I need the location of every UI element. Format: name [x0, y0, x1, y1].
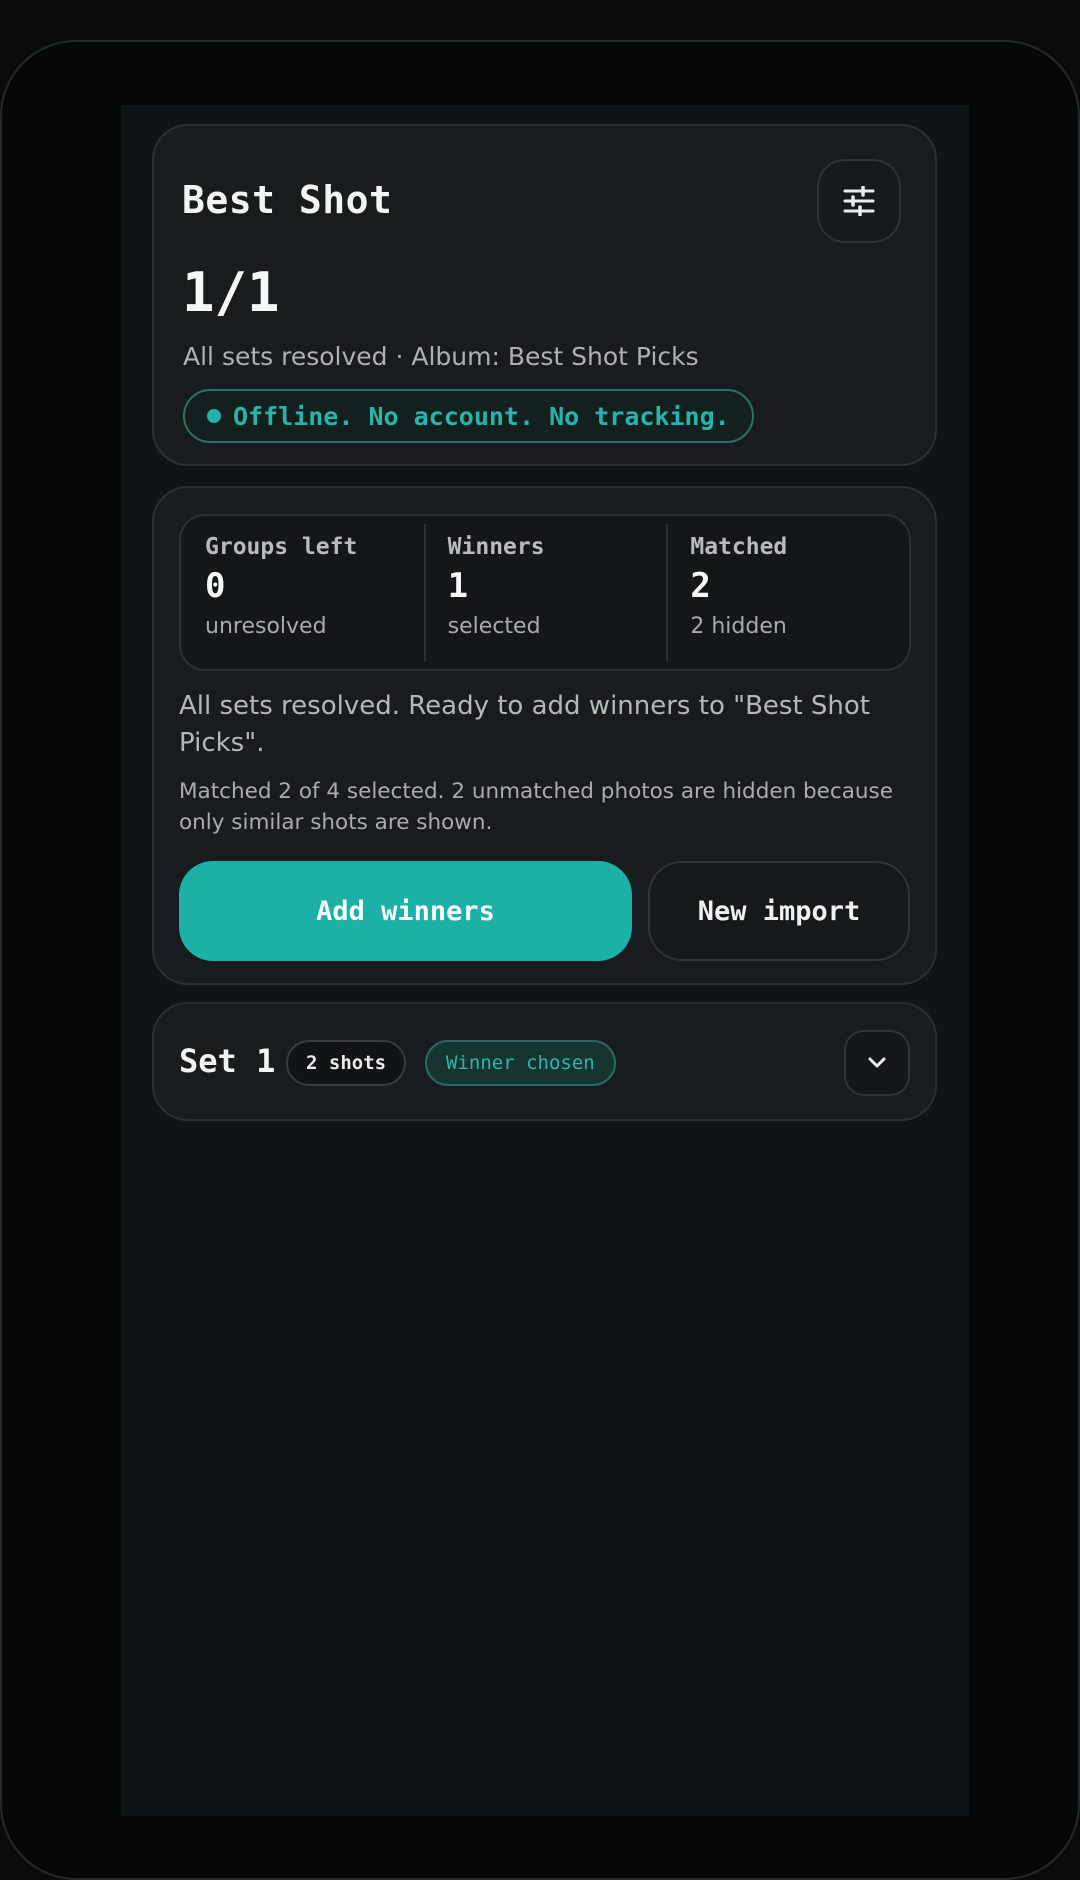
sliders-icon	[843, 186, 875, 216]
stat-groups-left: Groups left 0 unresolved	[181, 516, 424, 669]
stat-label: Matched	[690, 534, 788, 560]
app-screen: Best Shot 1/1 All sets resolved · Album:…	[121, 105, 969, 1816]
status-dot-icon	[207, 409, 221, 423]
matched-message: Matched 2 of 4 selected. 2 unmatched pho…	[179, 779, 893, 835]
set-title: Set 1	[179, 1042, 276, 1080]
stat-label: Groups left	[205, 534, 358, 560]
stat-value: 2	[690, 566, 711, 606]
stat-matched: Matched 2 2 hidden	[666, 516, 909, 669]
chevron-down-icon	[868, 1057, 886, 1068]
stat-value: 0	[205, 566, 226, 606]
device-frame: Best Shot 1/1 All sets resolved · Album:…	[0, 40, 1080, 1880]
resolution-summary: All sets resolved · Album: Best Shot Pic…	[183, 342, 699, 371]
ready-message: All sets resolved. Ready to add winners …	[179, 691, 870, 758]
winner-status-badge: Winner chosen	[425, 1040, 616, 1086]
new-import-button[interactable]: New import	[648, 861, 910, 961]
header-card: Best Shot 1/1 All sets resolved · Album:…	[152, 124, 937, 466]
stat-sublabel: unresolved	[205, 614, 327, 639]
app-title: Best Shot	[182, 178, 393, 222]
stat-sublabel: 2 hidden	[690, 614, 787, 639]
stat-value: 1	[447, 566, 469, 606]
privacy-badge-label: Offline. No account. No tracking.	[233, 401, 730, 431]
stats-panel: Groups left 0 unresolved Winners 1 selec…	[179, 514, 911, 671]
stat-winners: Winners 1 selected	[423, 516, 667, 669]
progress-counter: 1/1	[182, 261, 280, 324]
shots-count-badge: 2 shots	[286, 1040, 407, 1086]
stat-sublabel: selected	[447, 614, 541, 639]
summary-card: Groups left 0 unresolved Winners 1 selec…	[152, 486, 937, 985]
add-winners-button[interactable]: Add winners	[179, 861, 632, 961]
stat-label: Winners	[447, 534, 545, 560]
set-card[interactable]: Set 1 2 shots Winner chosen	[152, 1002, 937, 1121]
expand-set-button[interactable]	[844, 1030, 910, 1096]
privacy-badge: Offline. No account. No tracking.	[183, 389, 754, 443]
settings-button[interactable]	[817, 159, 901, 243]
